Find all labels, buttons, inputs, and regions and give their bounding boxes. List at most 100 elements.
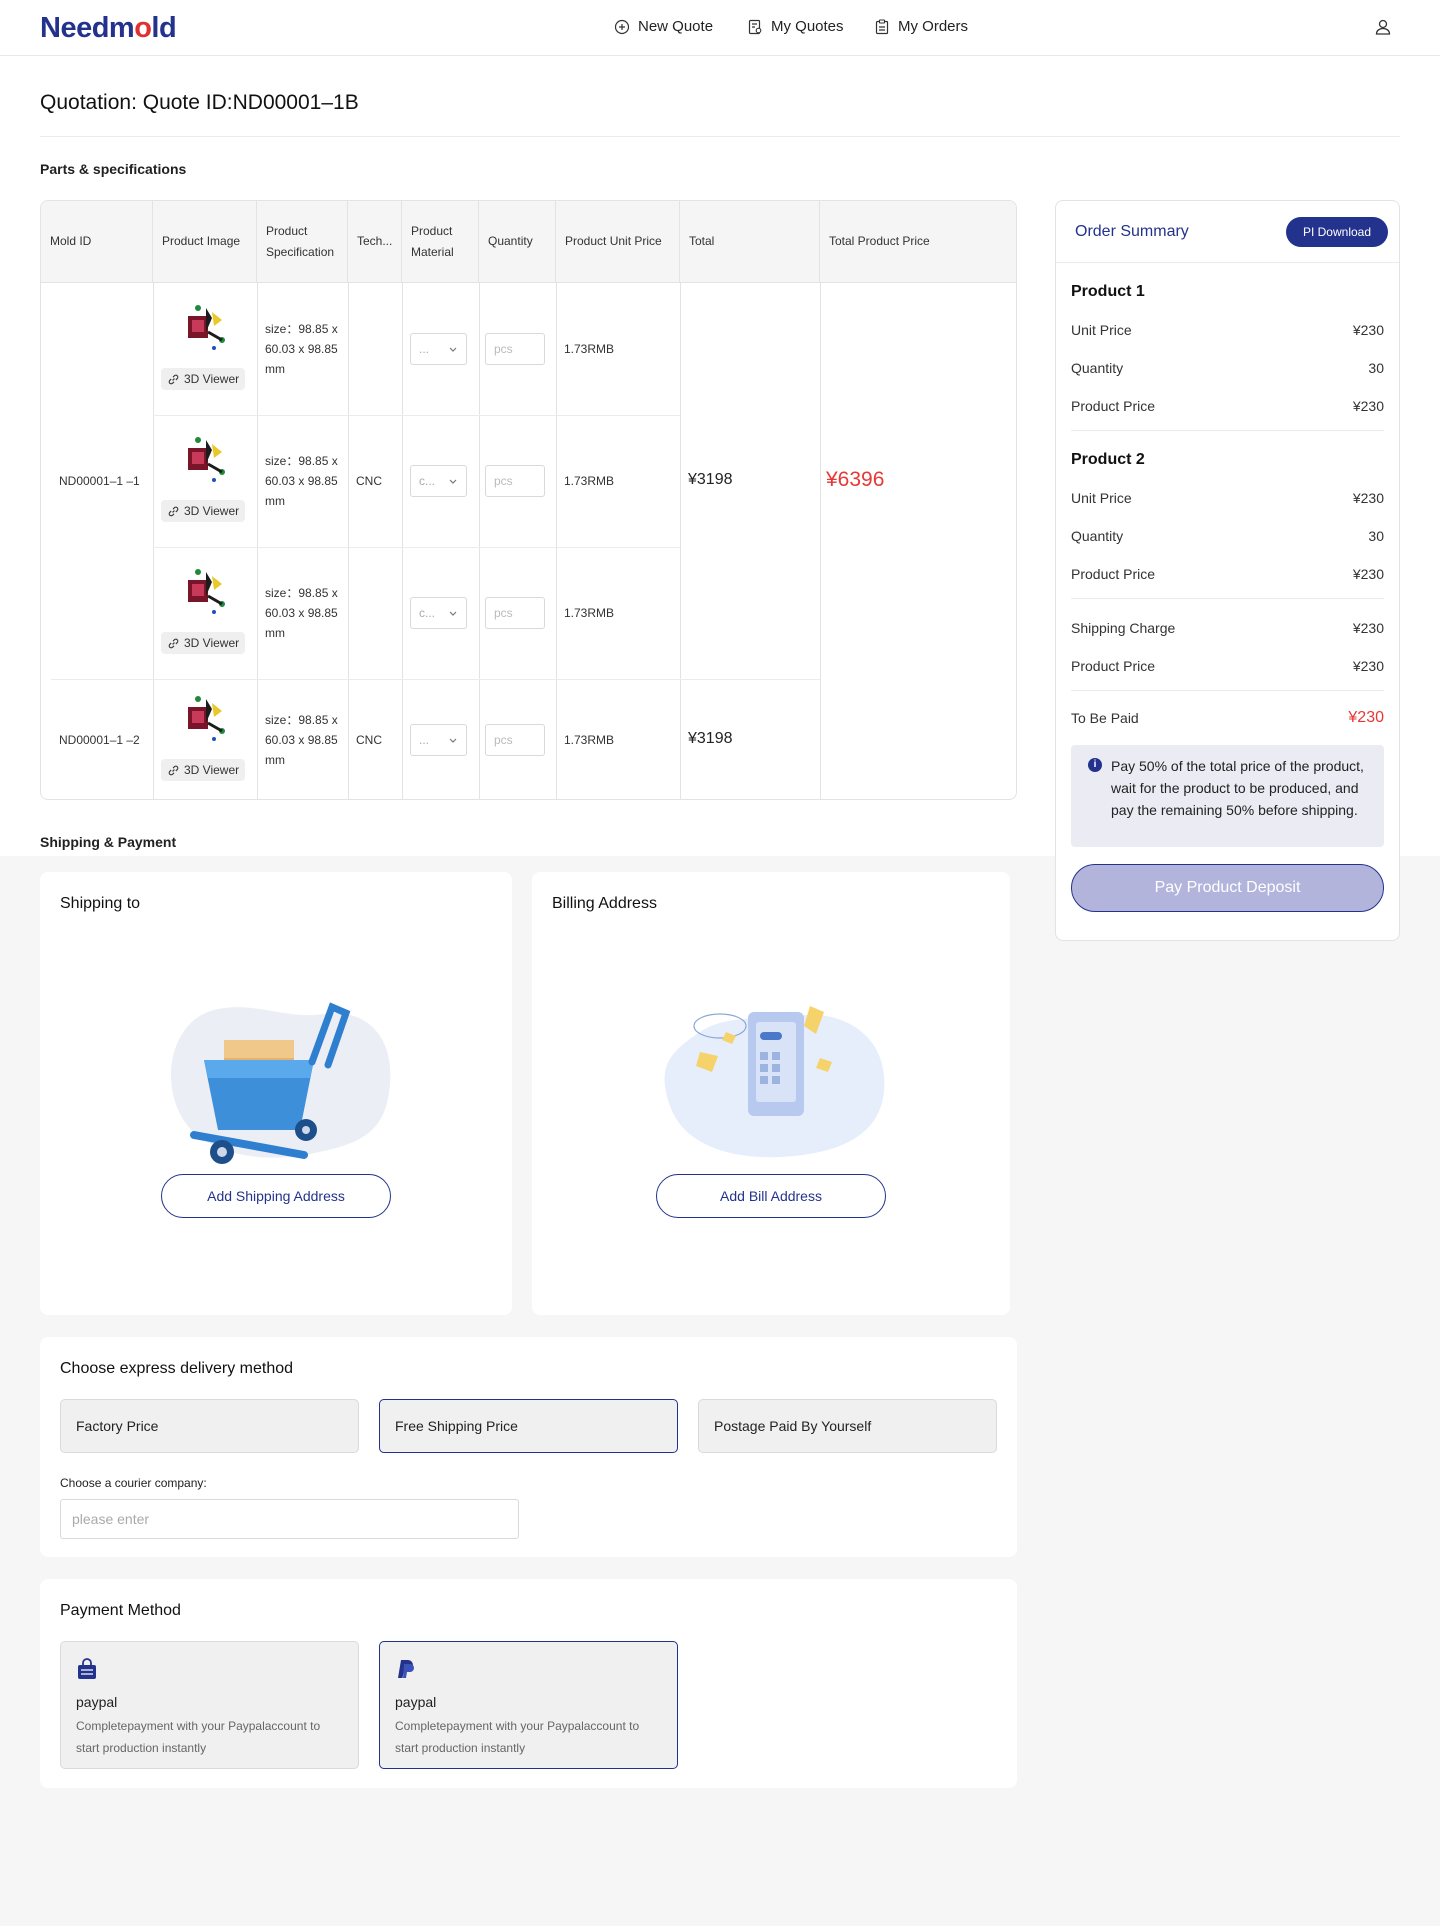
payment-method-title: Payment Method xyxy=(60,1602,181,1619)
col-divider xyxy=(556,283,557,799)
material-select[interactable]: c... xyxy=(410,465,467,497)
quantity-input[interactable]: pcs xyxy=(485,724,545,756)
product-name: Product 1 xyxy=(1071,283,1145,300)
col-divider xyxy=(257,283,258,799)
3d-viewer-button[interactable]: 3D Viewer xyxy=(161,759,246,781)
pay-product-deposit-button[interactable]: Pay Product Deposit xyxy=(1071,864,1384,912)
col-quantity: Quantity xyxy=(479,201,556,283)
quantity-input[interactable]: pcs xyxy=(485,465,545,497)
row-label: Product Price xyxy=(1071,398,1156,414)
shipping-cart-illustration xyxy=(170,1002,391,1164)
chevron-down-icon xyxy=(449,479,457,484)
paypal-icon xyxy=(398,1660,414,1678)
col-total-product-price: Total Product Price xyxy=(820,201,1016,283)
product-price-row: Product Price ¥230 xyxy=(1071,657,1384,675)
summary-row: Unit Price ¥230 xyxy=(1071,489,1384,507)
billing-invoice-illustration xyxy=(664,1006,885,1158)
row-label: Quantity xyxy=(1071,360,1124,376)
col-product-image: Product Image xyxy=(153,201,257,283)
product-2-heading: Product 2 xyxy=(1071,451,1384,469)
shipping-charge-row: Shipping Charge ¥230 xyxy=(1071,619,1384,637)
row-value: ¥230 xyxy=(1352,398,1384,414)
courier-input[interactable]: please enter xyxy=(60,1499,519,1539)
unit-price: 1.73RMB xyxy=(564,606,615,620)
tech-1: CNC xyxy=(356,474,382,488)
nav-my-orders[interactable]: My Orders xyxy=(874,16,968,38)
product-thumbnail[interactable] xyxy=(184,432,232,488)
delivery-option-free-shipping[interactable]: Free Shipping Price xyxy=(379,1399,678,1453)
title-divider xyxy=(40,136,1400,137)
3d-viewer-button[interactable]: 3D Viewer xyxy=(161,500,246,522)
plus-circle-icon xyxy=(614,19,630,35)
delivery-option-factory-price[interactable]: Factory Price xyxy=(60,1399,359,1453)
product-name: Product 2 xyxy=(1071,451,1145,468)
deposit-info-text: Pay 50% of the total price of the produc… xyxy=(1111,758,1364,818)
summary-row: Product Price ¥230 xyxy=(1071,565,1384,583)
payment-method-card: Payment Method paypal Completepayment wi… xyxy=(40,1579,1017,1788)
mold-total-1: ¥3198 xyxy=(688,471,733,488)
delivery-method-card: Choose express delivery method Factory P… xyxy=(40,1337,1017,1557)
col-product-spec: Product Specification xyxy=(257,201,348,283)
row-value: ¥230 xyxy=(1352,490,1384,506)
col-divider xyxy=(402,283,403,799)
add-shipping-address-button[interactable]: Add Shipping Address xyxy=(161,1174,391,1218)
payment-option[interactable]: paypal Completepayment with your Paypala… xyxy=(60,1641,359,1769)
material-value: c... xyxy=(419,474,436,488)
row-divider xyxy=(153,547,680,548)
nav-new-quote[interactable]: New Quote xyxy=(614,16,713,38)
courier-label: Choose a courier company: xyxy=(60,1476,207,1490)
col-divider xyxy=(153,283,154,799)
link-icon xyxy=(168,638,179,648)
shipping-to-title: Shipping to xyxy=(60,895,141,912)
material-select[interactable]: ... xyxy=(410,333,467,365)
3d-viewer-button[interactable]: 3D Viewer xyxy=(161,368,246,390)
summary-divider xyxy=(1071,430,1384,431)
summary-row: Quantity 30 xyxy=(1071,527,1384,545)
product-1-heading: Product 1 xyxy=(1071,283,1384,301)
quantity-input[interactable]: pcs xyxy=(485,597,545,629)
row-divider xyxy=(153,415,680,416)
clipboard-icon xyxy=(875,19,889,35)
unit-price: 1.73RMB xyxy=(564,733,615,747)
order-summary-panel: Order Summary PI Download Product 1 Unit… xyxy=(1055,200,1400,941)
payment-option-selected[interactable]: paypal Completepayment with your Paypala… xyxy=(379,1641,678,1769)
pi-download-button[interactable]: PI Download xyxy=(1286,217,1388,247)
add-bill-address-button[interactable]: Add Bill Address xyxy=(656,1174,886,1218)
product-thumbnail[interactable] xyxy=(184,564,232,620)
grand-total-price: ¥6396 xyxy=(826,468,885,491)
logo-text-3: ld xyxy=(151,12,177,44)
col-divider xyxy=(348,283,349,799)
parts-section-title: Parts & specifications xyxy=(40,161,187,177)
product-thumbnail[interactable] xyxy=(184,691,232,747)
to-be-paid-row: To Be Paid ¥230 xyxy=(1071,709,1384,727)
product-spec: size：98.85 x 60.03 x 98.85 mm xyxy=(265,322,338,376)
3d-viewer-button[interactable]: 3D Viewer xyxy=(161,632,246,654)
3d-viewer-label: 3D Viewer xyxy=(184,763,240,777)
logo-text-1: Needm xyxy=(40,12,135,44)
nav-my-orders-label: My Orders xyxy=(898,18,969,35)
material-value: ... xyxy=(419,733,430,747)
quantity-input[interactable]: pcs xyxy=(485,333,545,365)
col-tech[interactable]: Tech... xyxy=(348,201,402,283)
material-select[interactable]: c... xyxy=(410,597,467,629)
delivery-method-title: Choose express delivery method xyxy=(60,1360,294,1377)
product-thumbnail[interactable] xyxy=(184,300,232,356)
material-value: c... xyxy=(419,606,436,620)
to-be-paid-value: ¥230 xyxy=(1348,709,1384,726)
unit-price: 1.73RMB xyxy=(564,474,615,488)
row-label: To Be Paid xyxy=(1071,710,1139,726)
row-label: Product Price xyxy=(1071,566,1156,582)
delivery-option-postage-self[interactable]: Postage Paid By Yourself xyxy=(698,1399,997,1453)
summary-row: Unit Price ¥230 xyxy=(1071,321,1384,339)
tech-2: CNC xyxy=(356,733,382,747)
row-value: 30 xyxy=(1368,360,1384,376)
nav-my-quotes[interactable]: My Quotes xyxy=(747,16,844,38)
top-header: Needmold New Quote My Quotes My Orders xyxy=(0,0,1440,56)
shipping-section-title: Shipping & Payment xyxy=(40,834,177,850)
material-select[interactable]: ... xyxy=(410,724,467,756)
row-label: Product Price xyxy=(1071,658,1156,674)
summary-divider xyxy=(1071,598,1384,599)
user-icon[interactable] xyxy=(1374,18,1392,36)
link-icon xyxy=(168,506,179,516)
needmold-logo[interactable]: Needmold xyxy=(40,12,177,44)
